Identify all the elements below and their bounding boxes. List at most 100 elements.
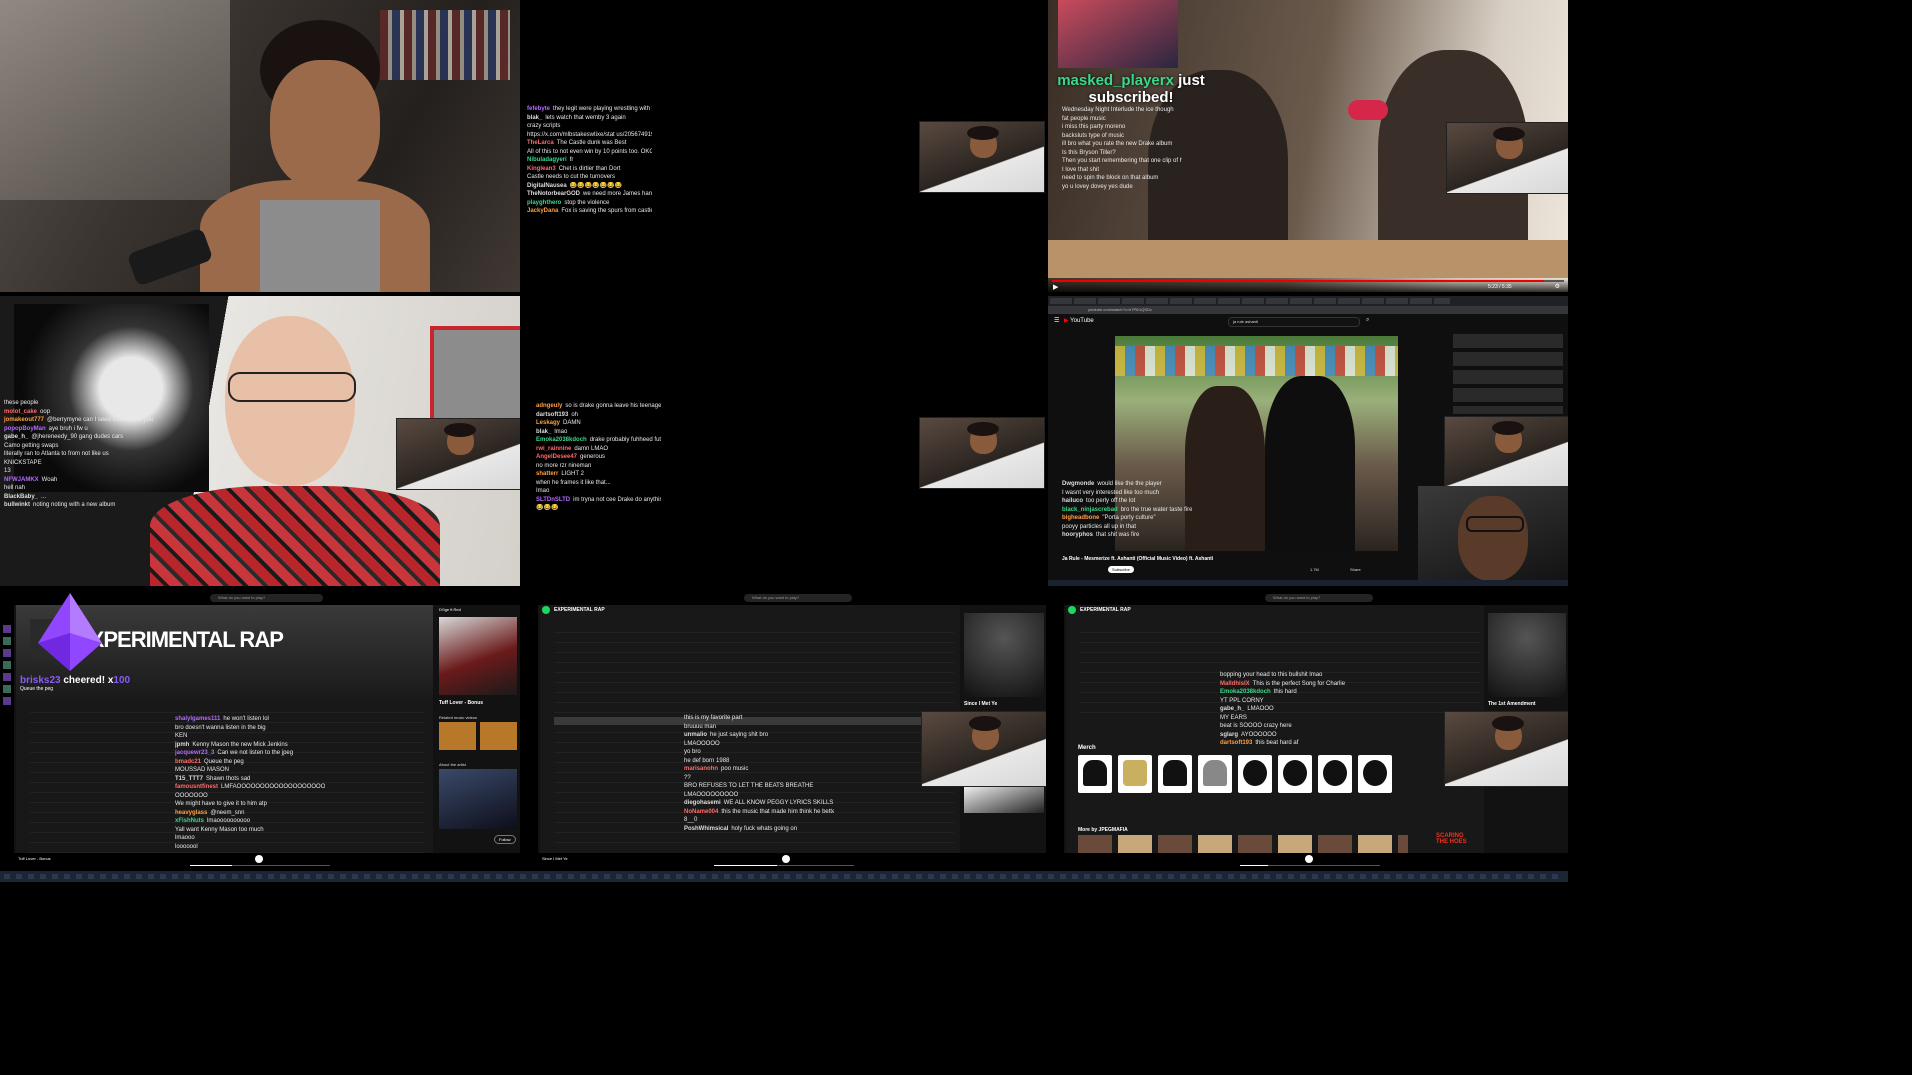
merch-item[interactable] [1358,755,1392,793]
search-icon[interactable]: ⌕ [1366,317,1369,324]
chat-message: KNICKSTAPE [4,459,154,468]
related-thumbs [439,722,517,750]
chat-message: yo bro [684,748,834,757]
album-art [964,613,1044,697]
subscribe-text-2: subscribed! [1088,89,1174,106]
chat-text: LMAOOOOOOOOO [684,791,739,798]
chat-text: too perly off the lot [1086,498,1136,504]
spotify-search-input[interactable]: What do you want to play? [1265,594,1373,602]
settings-icon[interactable]: ⚙ [1555,283,1560,290]
chat-username: blak_ [536,428,552,435]
chat-text: we need more James hardens [583,191,652,197]
merch-item[interactable] [1278,755,1312,793]
merch-item[interactable] [1238,755,1272,793]
chat-message: these people [4,399,154,408]
progress-bar[interactable] [1052,280,1564,282]
chat-text: Shawn thots sad [206,775,251,782]
cheer-message: Queue the peg [20,686,54,692]
spotify-search-input[interactable]: What do you want to play? [744,594,852,602]
chat-username: shalylgames111 [175,716,221,722]
chat-text: stop the violence [564,199,610,206]
chat-text: YT PPL CORNY [1220,697,1264,704]
chat-message: famousntfinest LMFAOOOOOOOOOOOOOOOOOOOOO [175,783,325,792]
follow-button[interactable]: Follow [494,835,516,844]
cheer-user: brisks23 [20,675,61,686]
chat-message: yo u lovey dovey yes dude [1062,183,1182,192]
chat-username: jomakeout777 [4,417,45,423]
player-progress[interactable] [1240,865,1380,866]
play-pause-button[interactable] [255,855,263,863]
merch-item[interactable] [1078,755,1112,793]
play-pause-button[interactable] [1305,855,1313,863]
youtube-search-input[interactable]: ja rule ashanti [1228,317,1360,327]
chat-text: that shit was fire [1096,532,1140,538]
chat-message: SLTDnSLTD im tryna not cee Drake do anyth… [536,496,661,505]
chat-message: https://x.com/mlbstakeswtixe/stat us/205… [527,131,652,140]
merch-item[interactable] [1318,755,1352,793]
chat-text: https://x.com/mlbstakeswtixe/stat us/205… [527,131,652,138]
chat-message: popopBoyMan aye bruh i fw u [4,425,154,434]
chat-message: ill bro what you rate the new Drake albu… [1062,140,1182,149]
chat-username: T15_TTT7 [175,775,204,782]
streamer-facecam-small [1444,711,1568,787]
play-button[interactable] [1068,606,1076,614]
tile-bottom-right-spotify: What do you want to play? EXPERIMENTAL R… [1050,591,1568,871]
chat-text: DAMN [563,420,581,426]
chat-message: shatterr LIGHT 2 [536,470,661,479]
chat-message: dartsoft193 this beat hard af [1220,739,1380,748]
chat-overlay: Dwgmonde would like the the player I wasnt… [1062,480,1192,540]
chat-message: We might have to give it to him atp [175,800,325,809]
youtube-logo[interactable]: ▶ YouTube [1064,317,1094,324]
chat-text: AYOOOOOO [1241,731,1277,738]
chat-text: Chet is dirtier than Dort [558,165,621,172]
chat-text: he just saying shit bro [710,732,769,738]
share-button[interactable]: Share [1350,567,1361,572]
subscribe-button[interactable]: Subscribe [1108,566,1134,573]
chat-username: Emoka2038kdoch [1220,689,1271,695]
menu-icon[interactable]: ☰ [1054,317,1059,324]
youtube-header: ☰ ▶ YouTube ja rule ashanti ⌕ [1048,314,1568,328]
chat-username: shatterr [536,471,559,477]
album-art [1488,613,1566,697]
chat-overlay: these people molot_cake oop jomakeout777 @be… [4,399,154,510]
chat-text: @berrymyne can I seed this man to you fr… [47,417,154,423]
player-track-title: Since I Met Ye [542,856,568,861]
chat-message: Emoka2038kdoch drake probably fuhheed fut… [536,436,661,445]
chat-message: KEN [175,732,325,741]
chat-overlay: bopping your head to this bullshit lmao M… [1220,671,1380,748]
chat-text: I love that shit [1062,166,1100,173]
merch-item[interactable] [1118,755,1152,793]
play-pause-button[interactable] [782,855,790,863]
browser-urlbar[interactable]: youtube.com/watch?v=h7PIKrQSDc [1048,306,1568,314]
chat-message: black_ninjascrebad bro the true water tas… [1062,506,1192,515]
player-progress[interactable] [190,865,330,866]
chat-text: beat is SOOOO crazy here [1220,723,1292,729]
chat-text: @jhereneedy_90 gang dudes cars [31,434,124,440]
bunting [1115,346,1398,376]
chat-message: BlackBaby_... [4,493,154,502]
chat-username: Kinglean3 [527,165,556,172]
play-button[interactable] [542,606,550,614]
chat-username: dartsoft193 [536,411,569,418]
merch-item[interactable] [1198,755,1232,793]
player-progress[interactable] [714,865,854,866]
spotify-search-input[interactable]: What do you want to play? [210,594,323,602]
chat-text: MY EARS [1220,714,1247,721]
chat-message: I love that shit [1062,166,1182,175]
video-controls[interactable]: ▶ 5:23 / 5:35 ⚙ [1048,278,1568,292]
desk [1048,240,1568,278]
now-playing-header: Di'Ige ft Red [439,607,461,612]
chat-text: Kenny Mason the new Mick Jenkins [192,741,288,748]
chat-username: fefebyte [527,106,551,112]
chat-message: OOOOOOO [175,792,325,801]
like-count[interactable]: 1.7M [1310,567,1319,572]
chat-message: bigheadbone "Porta porty culture" [1062,514,1192,523]
play-icon[interactable]: ▶ [1053,283,1058,291]
chat-message: blak_ lets watch that wemby 3 again [527,114,652,123]
chat-text: bopping your head to this bullshit lmao [1220,672,1323,678]
anime-poster [1058,0,1178,68]
chat-text: he def born 1988 [684,757,730,764]
merch-item[interactable] [1158,755,1192,793]
chat-message: dartsoft193 oh [536,411,661,420]
chat-text: bro doesn't wanna listen in the big [175,724,266,731]
